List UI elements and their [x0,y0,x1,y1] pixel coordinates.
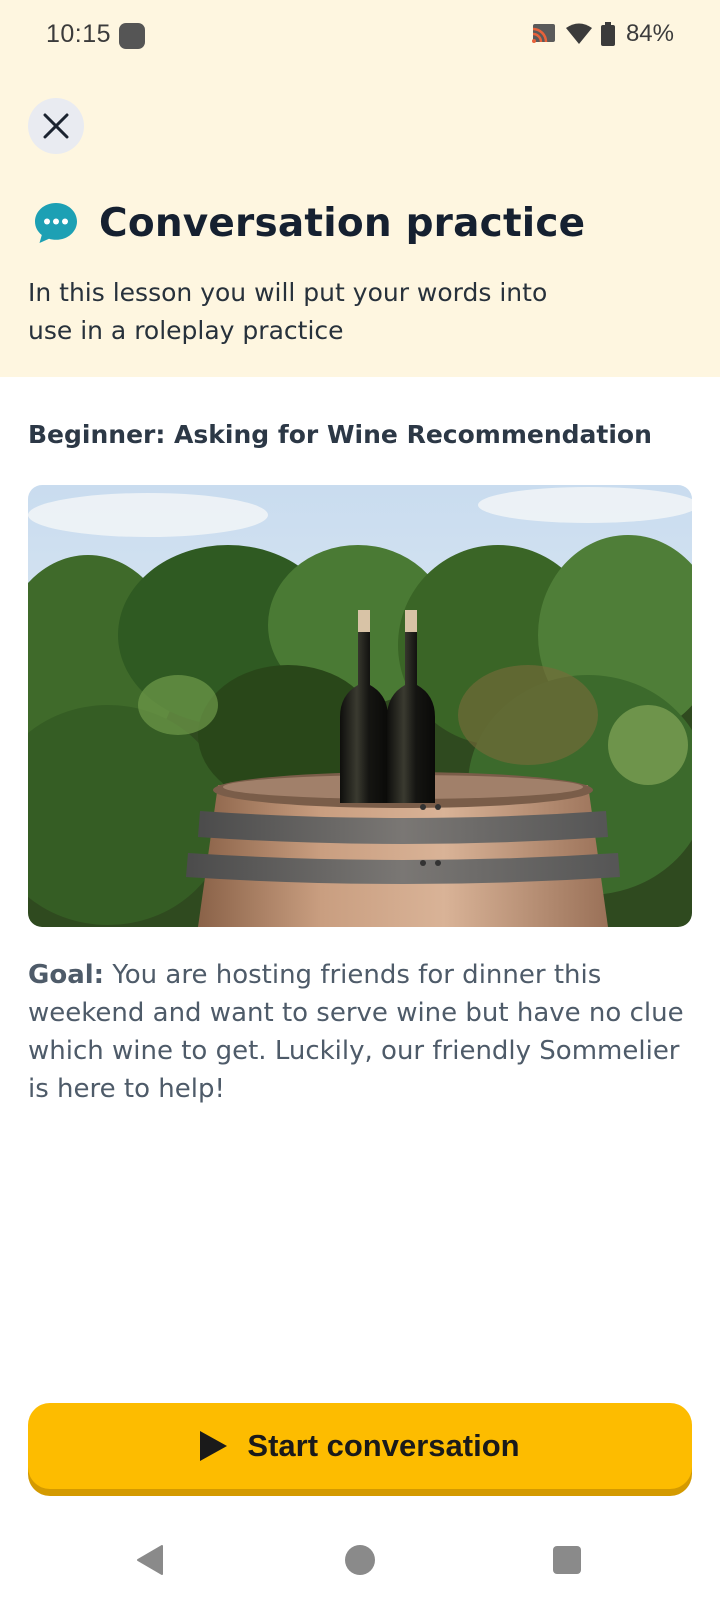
title-row: Conversation practice [33,200,585,246]
battery-icon [600,22,615,46]
page-subtitle: In this lesson you will put your words i… [28,278,548,345]
chat-bubble-icon [35,203,77,243]
close-icon [43,113,69,139]
status-time: 10:15 [46,20,112,48]
page-title: Conversation practice [99,200,586,246]
close-button[interactable] [28,98,84,154]
system-nav-bar [0,1520,720,1600]
lesson-image [28,485,692,927]
wifi-icon [565,23,592,44]
start-conversation-button[interactable]: Start conversation [28,1403,692,1489]
back-icon[interactable] [136,1544,164,1576]
status-bar: 10:15 84% [0,0,720,72]
goal-description: Goal: You are hosting friends for dinner… [28,956,692,1108]
recents-icon[interactable] [553,1546,581,1574]
goal-label: Goal: [28,960,105,990]
play-icon [200,1431,228,1461]
battery-percent: 84% [625,20,674,47]
lesson-title: Beginner: Asking for Wine Recommendation [28,420,652,449]
start-conversation-label: Start conversation [247,1428,520,1463]
app-notification-icon [119,23,145,49]
status-icons: 84% [530,20,674,48]
home-icon[interactable] [345,1545,375,1575]
cast-icon [531,24,555,43]
goal-text: You are hosting friends for dinner this … [28,960,684,1104]
